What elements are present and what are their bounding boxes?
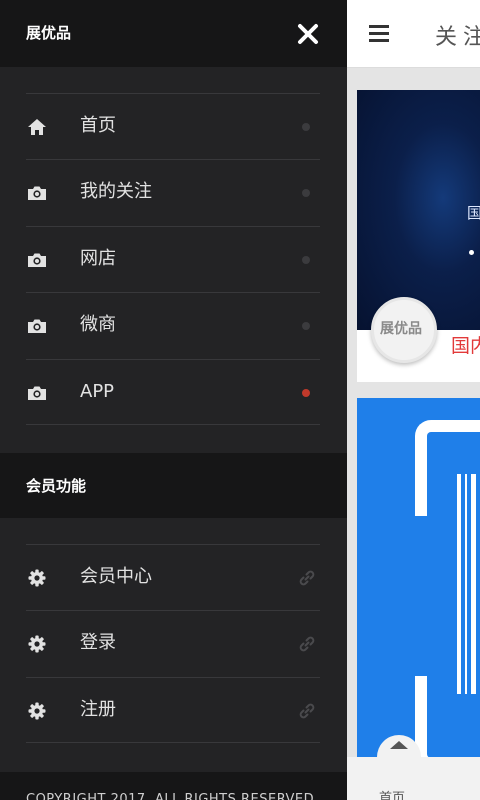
menu-item-label: 网店 xyxy=(80,248,116,269)
menu-item-label: 会员中心 xyxy=(80,566,152,587)
status-dot xyxy=(302,322,310,330)
menu-item-register[interactable]: 注册 xyxy=(26,677,320,743)
home-icon xyxy=(28,119,46,135)
drawer-footer: COPYRIGHT 2017. ALL RIGHTS RESERVED xyxy=(0,772,347,800)
menu-item-app[interactable]: APP xyxy=(26,359,320,425)
menu-item-label: 首页 xyxy=(80,115,116,136)
arrow-up-icon xyxy=(390,741,408,749)
frame-gap xyxy=(407,516,431,676)
menu-item-online-shop[interactable]: 网店 xyxy=(26,226,320,292)
gear-icon xyxy=(28,569,46,587)
bottom-nav: 首页 xyxy=(347,735,480,800)
card-title: 国内 xyxy=(451,335,480,357)
menu-item-label: APP xyxy=(80,381,115,402)
camera-icon xyxy=(28,186,46,200)
menu-item-member-center[interactable]: 会员中心 xyxy=(26,544,320,610)
side-drawer: 展优品 首页 我的关注 网店 微商 APP 会员功能 会员中心 登录 注册 CO… xyxy=(0,0,347,800)
menu-item-label: 注册 xyxy=(80,699,116,720)
status-dot xyxy=(302,123,310,131)
menu-item-label: 登录 xyxy=(80,632,116,653)
content-card[interactable]: 国 展优品 国内 xyxy=(357,90,480,382)
menu-item-label: 微商 xyxy=(80,314,116,335)
drawer-header: 展优品 xyxy=(0,0,347,67)
banner-dot xyxy=(469,250,474,255)
gear-icon xyxy=(28,635,46,653)
menu-item-login[interactable]: 登录 xyxy=(26,610,320,676)
brand-logo: 展优品 xyxy=(371,297,437,363)
active-dot xyxy=(302,389,310,397)
top-bar: 关注 xyxy=(347,0,480,68)
member-section-header: 会员功能 xyxy=(0,453,347,518)
camera-icon xyxy=(28,319,46,333)
link-icon xyxy=(299,570,315,586)
drawer-title: 展优品 xyxy=(26,24,72,42)
gear-icon xyxy=(28,702,46,720)
menu-item-wechat-business[interactable]: 微商 xyxy=(26,292,320,358)
copyright-text: COPYRIGHT 2017. ALL RIGHTS RESERVED xyxy=(26,792,315,800)
menu-item-home[interactable]: 首页 xyxy=(26,93,320,159)
section-title: 会员功能 xyxy=(26,477,87,495)
nav-home-label[interactable]: 首页 xyxy=(379,787,405,800)
hamburger-icon[interactable] xyxy=(369,25,389,43)
close-icon[interactable] xyxy=(294,20,322,48)
menu-item-my-follow[interactable]: 我的关注 xyxy=(26,159,320,225)
nav-strip xyxy=(347,757,480,800)
brand-label: 展优品 xyxy=(380,321,422,337)
status-dot xyxy=(302,189,310,197)
status-dot xyxy=(302,256,310,264)
link-icon xyxy=(299,703,315,719)
page-title: 关注 xyxy=(435,25,480,50)
barcode-graphic xyxy=(457,474,480,694)
menu-item-label: 我的关注 xyxy=(80,181,152,202)
camera-icon xyxy=(28,386,46,400)
link-icon xyxy=(299,636,315,652)
banner-text: 国 xyxy=(467,204,480,222)
banner-image: 国 xyxy=(357,90,480,330)
main-page: 关注 国 展优品 国内 首页 xyxy=(347,0,480,800)
camera-icon xyxy=(28,253,46,267)
